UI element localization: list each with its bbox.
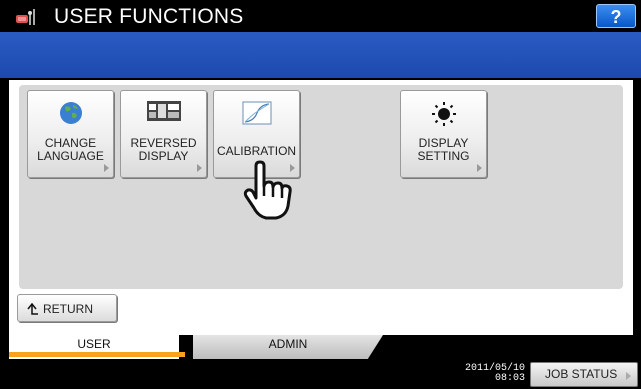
return-arrow-icon bbox=[27, 303, 38, 315]
calibration-curve-icon bbox=[242, 101, 271, 125]
user-functions-icon bbox=[16, 9, 35, 25]
reversed-display-icon bbox=[146, 101, 181, 121]
return-label: RETURN bbox=[43, 302, 93, 316]
help-button[interactable]: ? bbox=[596, 4, 636, 28]
display-setting-button[interactable]: DISPLAY SETTING bbox=[400, 90, 487, 178]
date-time: 2011/05/10 08:03 bbox=[465, 364, 525, 384]
tab-admin[interactable]: ADMIN bbox=[193, 335, 383, 359]
calibration-label: CALIBRATION bbox=[216, 144, 297, 158]
sun-brightness-icon bbox=[431, 102, 456, 126]
change-language-label-1: CHANGE bbox=[44, 136, 97, 150]
globe-icon bbox=[59, 102, 82, 124]
reversed-display-button[interactable]: REVERSED DISPLAY bbox=[120, 90, 207, 178]
active-tab-indicator bbox=[9, 352, 185, 357]
pointing-hand-icon bbox=[243, 160, 292, 220]
title-bar: USER FUNCTIONS ? bbox=[0, 0, 641, 32]
time-text: 08:03 bbox=[494, 373, 525, 384]
return-button[interactable]: RETURN bbox=[17, 294, 117, 322]
chevron-right-icon bbox=[477, 164, 482, 172]
header-band bbox=[0, 32, 641, 78]
reversed-display-label-2: DISPLAY bbox=[138, 149, 189, 163]
display-setting-label-1: DISPLAY bbox=[418, 136, 469, 150]
chevron-right-icon bbox=[197, 164, 202, 172]
chevron-right-icon bbox=[626, 372, 631, 380]
job-status-label: JOB STATUS bbox=[545, 367, 618, 381]
page-title: USER FUNCTIONS bbox=[54, 5, 244, 28]
reversed-display-label-1: REVERSED bbox=[130, 136, 197, 150]
change-language-button[interactable]: CHANGE LANGUAGE bbox=[27, 90, 114, 178]
display-setting-label-2: SETTING bbox=[417, 149, 470, 163]
job-status-button[interactable]: JOB STATUS bbox=[530, 362, 638, 387]
change-language-label-2: LANGUAGE bbox=[37, 149, 104, 163]
chevron-right-icon bbox=[104, 164, 109, 172]
